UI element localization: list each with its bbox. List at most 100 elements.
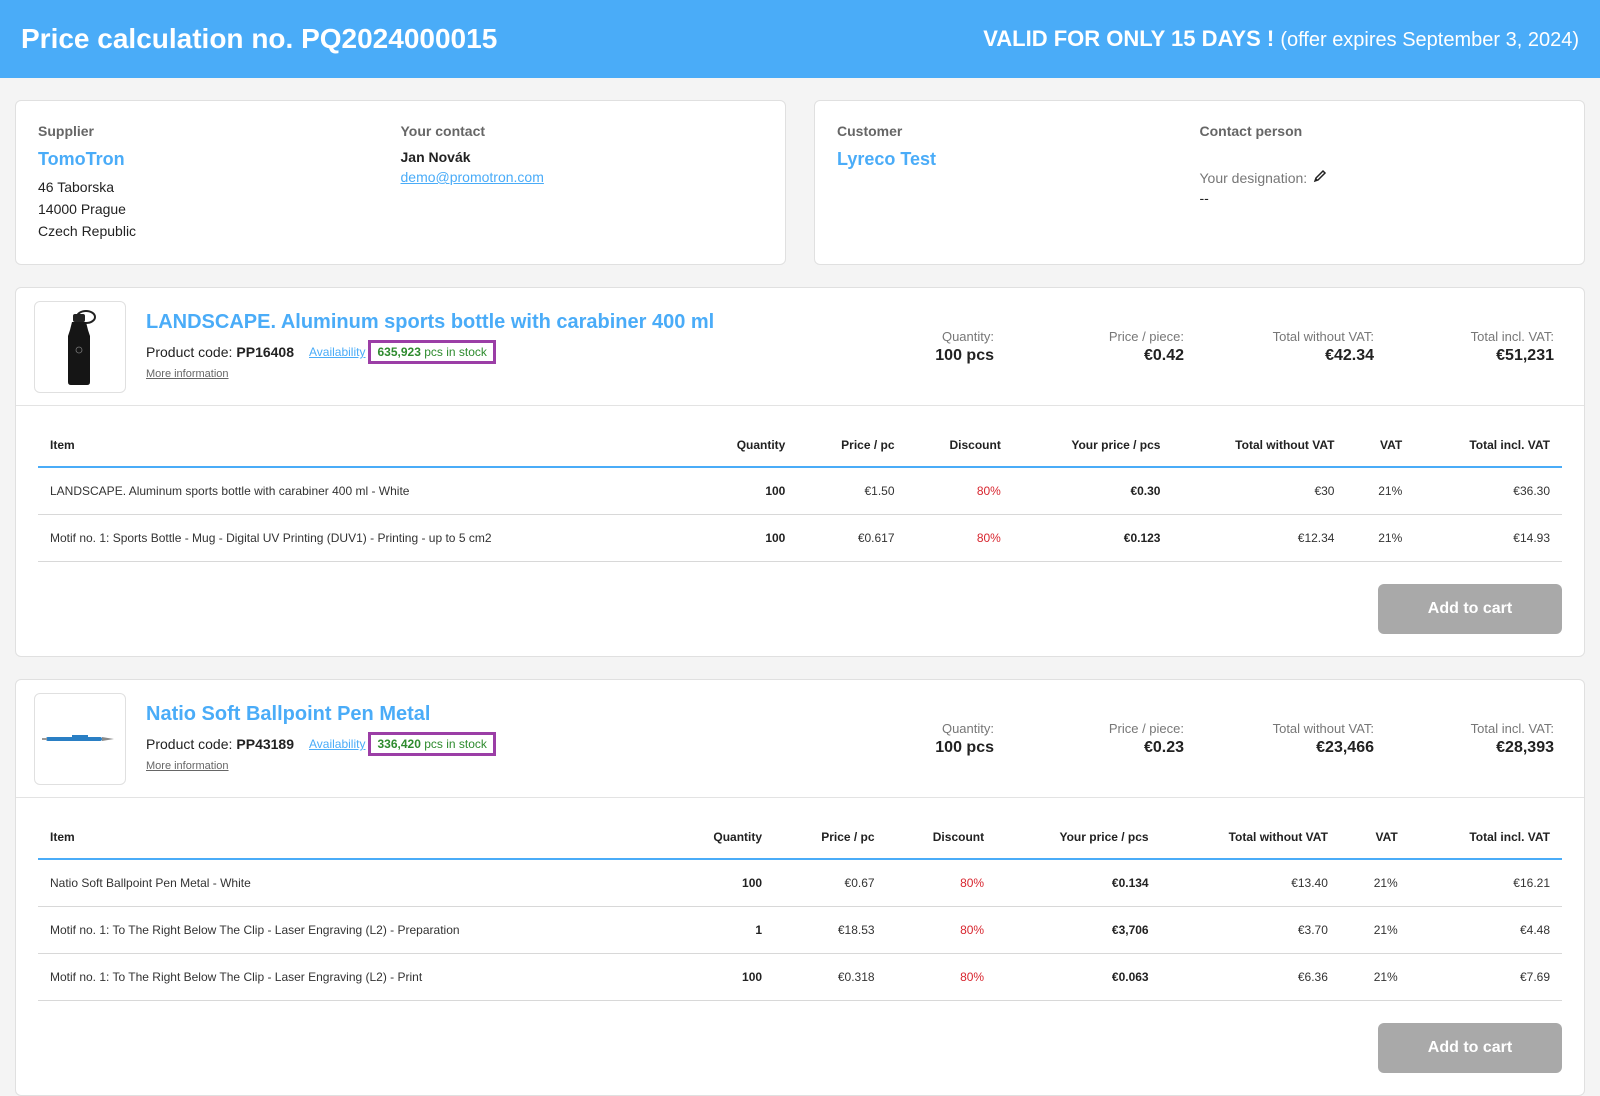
customer-label: Customer <box>837 123 903 139</box>
cell-total-wo: €6.36 <box>1160 953 1340 1001</box>
summary-total-incl-vat: Total incl. VAT: €28,393 <box>1374 721 1554 757</box>
cell-item: LANDSCAPE. Aluminum sports bottle with c… <box>38 467 695 515</box>
summary-quantity: Quantity: 100 pcs <box>864 721 994 757</box>
product-card: Natio Soft Ballpoint Pen Metal Product c… <box>15 679 1585 1096</box>
product-title[interactable]: Natio Soft Ballpoint Pen Metal <box>146 703 786 726</box>
cell-vat: 21% <box>1339 859 1410 907</box>
cell-total-incl: €14.93 <box>1414 514 1562 562</box>
product-image[interactable] <box>34 692 126 785</box>
pencil-icon[interactable] <box>1313 169 1327 186</box>
cell-vat: 21% <box>1346 467 1415 515</box>
contact-email-link[interactable]: demo@promotron.com <box>401 169 764 185</box>
product-title[interactable]: LANDSCAPE. Aluminum sports bottle with c… <box>146 311 786 334</box>
col-header: Item <box>38 818 669 860</box>
table-row: LANDSCAPE. Aluminum sports bottle with c… <box>38 467 1562 515</box>
col-header: Total incl. VAT <box>1409 818 1562 860</box>
supplier-card: Supplier TomoTron 46 Taborska 14000 Prag… <box>15 100 786 265</box>
summary-value: €0.42 <box>1143 346 1184 364</box>
summary-quantity: Quantity: 100 pcs <box>864 329 994 365</box>
availability-link[interactable]: Availability <box>309 345 365 359</box>
contact-person-label: Contact person <box>1199 123 1303 139</box>
summary-label: Quantity: <box>941 328 994 344</box>
cell-total-incl: €16.21 <box>1409 859 1562 907</box>
add-to-cart-button[interactable]: Add to cart <box>1378 1023 1562 1073</box>
product-code-label: Product code: <box>146 344 233 360</box>
col-header: Quantity <box>694 426 798 468</box>
cell-discount: 80% <box>906 514 1013 562</box>
col-header: Quantity <box>668 818 775 860</box>
designation-value: -- <box>1199 190 1209 206</box>
cell-vat: 21% <box>1339 953 1410 1001</box>
table-header-row: Item Quantity Price / pc Discount Your p… <box>38 426 1562 468</box>
supplier-address-line: Czech Republic <box>38 223 137 239</box>
more-info-link[interactable]: More information <box>146 760 229 772</box>
stock-indicator: 336,420 pcs in stock <box>368 732 496 756</box>
summary-label: Total incl. VAT: <box>1470 328 1554 344</box>
col-header: Total without VAT <box>1160 818 1340 860</box>
summary-total-without-vat: Total without VAT: €42.34 <box>1184 329 1374 365</box>
validity-notice: VALID FOR ONLY 15 DAYS ! (offer expires … <box>983 26 1579 52</box>
summary-value: 100 pcs <box>935 346 994 364</box>
cell-discount: 80% <box>886 859 997 907</box>
cell-qty: 100 <box>668 859 775 907</box>
product-image[interactable] <box>34 300 126 393</box>
cell-qty: 100 <box>668 953 775 1001</box>
cell-vat: 21% <box>1339 906 1410 954</box>
cell-discount: 80% <box>906 467 1013 515</box>
col-header: VAT <box>1346 426 1415 468</box>
product-code: PP43189 <box>236 736 294 752</box>
col-header: Discount <box>886 818 997 860</box>
summary-label: Price / piece: <box>1108 328 1184 344</box>
cell-total-wo: €13.40 <box>1160 859 1340 907</box>
table-row: Motif no. 1: Sports Bottle - Mug - Digit… <box>38 514 1562 562</box>
col-header: VAT <box>1339 818 1410 860</box>
cell-discount: 80% <box>886 953 997 1001</box>
stock-text: pcs in stock <box>424 737 487 751</box>
summary-value: €28,393 <box>1496 738 1554 756</box>
summary-price-piece: Price / piece: €0.42 <box>994 329 1184 365</box>
cell-discount: 80% <box>886 906 997 954</box>
supplier-name[interactable]: TomoTron <box>38 149 401 170</box>
cell-price: €0.318 <box>774 953 887 1001</box>
summary-label: Total incl. VAT: <box>1470 720 1554 736</box>
cell-your-price: €0.063 <box>996 953 1161 1001</box>
more-info-link[interactable]: More information <box>146 368 229 380</box>
customer-name[interactable]: Lyreco Test <box>837 149 1200 170</box>
availability-link[interactable]: Availability <box>309 737 365 751</box>
table-row: Motif no. 1: To The Right Below The Clip… <box>38 953 1562 1001</box>
summary-value: €51,231 <box>1496 346 1554 364</box>
summary-value: €23,466 <box>1316 738 1374 756</box>
cell-qty: 100 <box>694 514 798 562</box>
supplier-label: Supplier <box>38 123 95 139</box>
items-table: Item Quantity Price / pc Discount Your p… <box>38 818 1562 1001</box>
product-code-label: Product code: <box>146 736 233 752</box>
cell-price: €0.67 <box>774 859 887 907</box>
table-row: Natio Soft Ballpoint Pen Metal - White 1… <box>38 859 1562 907</box>
col-header: Total incl. VAT <box>1414 426 1562 468</box>
summary-value: €0.23 <box>1143 738 1184 756</box>
cell-price: €0.617 <box>797 514 907 562</box>
cell-price: €18.53 <box>774 906 887 954</box>
summary-total-incl-vat: Total incl. VAT: €51,231 <box>1374 329 1554 365</box>
table-row: Motif no. 1: To The Right Below The Clip… <box>38 906 1562 954</box>
summary-value: €42.34 <box>1325 346 1374 364</box>
supplier-address-line: 46 Taborska <box>38 179 115 195</box>
customer-card: Customer Lyreco Test Contact person Your… <box>814 100 1585 265</box>
stock-text: pcs in stock <box>424 345 487 359</box>
add-to-cart-button[interactable]: Add to cart <box>1378 584 1562 634</box>
cell-total-wo: €30 <box>1172 467 1347 515</box>
cell-total-incl: €36.30 <box>1414 467 1562 515</box>
designation-label: Your designation: <box>1199 169 1308 186</box>
cell-item: Motif no. 1: Sports Bottle - Mug - Digit… <box>38 514 695 562</box>
validity-text: VALID FOR ONLY 15 DAYS ! <box>983 26 1275 51</box>
expiry-text: (offer expires September 3, 2024) <box>1280 29 1579 51</box>
supplier-address-line: 14000 Prague <box>38 201 126 217</box>
cell-your-price: €3,706 <box>996 906 1161 954</box>
cell-item: Natio Soft Ballpoint Pen Metal - White <box>38 859 669 907</box>
summary-total-without-vat: Total without VAT: €23,466 <box>1184 721 1374 757</box>
summary-label: Total without VAT: <box>1272 720 1374 736</box>
product-code: PP16408 <box>236 344 294 360</box>
col-header: Price / pc <box>797 426 907 468</box>
cell-item: Motif no. 1: To The Right Below The Clip… <box>38 953 669 1001</box>
page-header: Price calculation no. PQ2024000015 VALID… <box>0 0 1600 78</box>
